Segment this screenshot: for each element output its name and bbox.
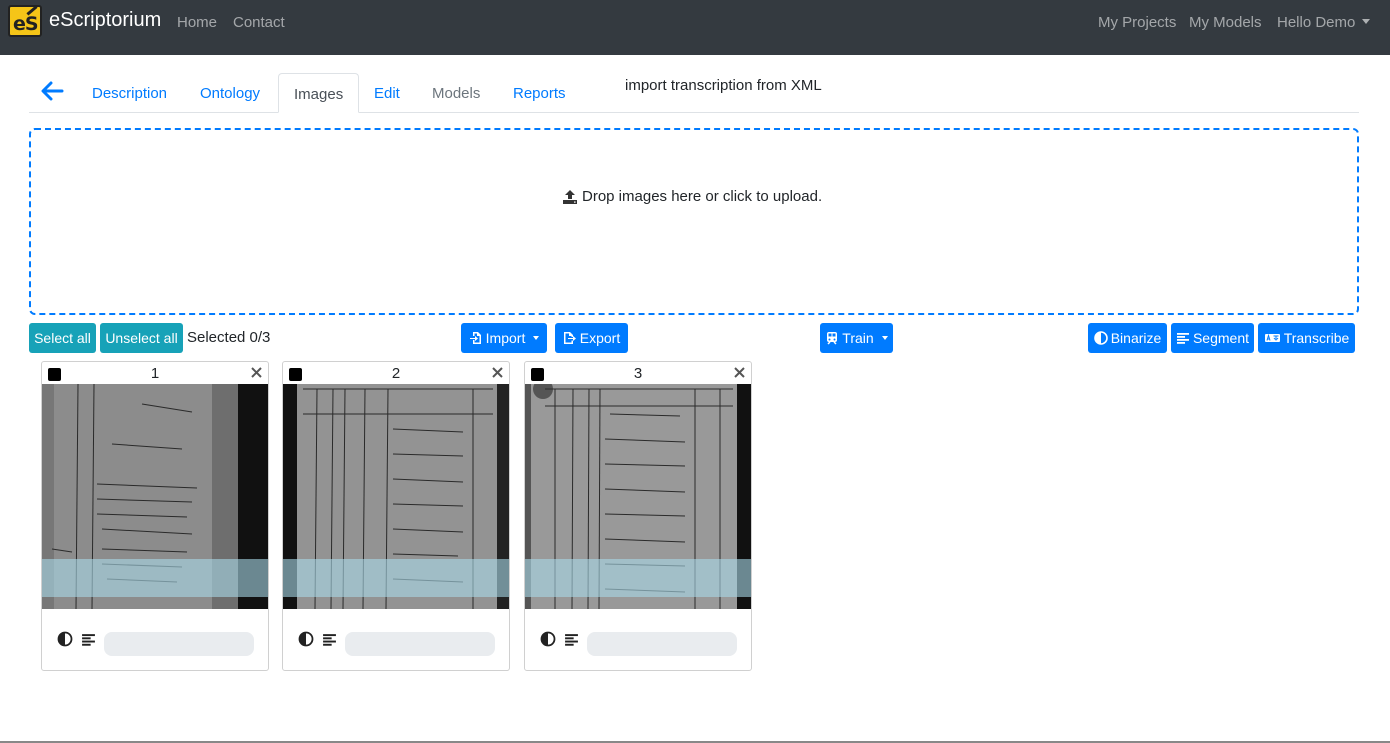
- tab-models: Models: [432, 85, 481, 102]
- upload-icon: [563, 189, 577, 204]
- transcribe-label: Transcribe: [1283, 330, 1350, 346]
- chevron-down-icon: [533, 336, 540, 340]
- image-card[interactable]: 3: [524, 361, 752, 671]
- export-label: Export: [579, 330, 621, 346]
- dropzone-text: Drop images here or click to upload.: [582, 188, 823, 205]
- binarize-label: Binarize: [1110, 330, 1162, 346]
- align-left-icon: [1176, 333, 1189, 344]
- selected-count: Selected 0/3: [187, 329, 271, 346]
- export-button[interactable]: Export: [555, 323, 628, 353]
- adjust-icon: [1093, 331, 1108, 345]
- image-card[interactable]: 2: [282, 361, 510, 671]
- card-number: 3: [633, 365, 643, 382]
- select-all-button[interactable]: Select all: [29, 323, 96, 353]
- card-number: 2: [391, 365, 401, 382]
- train-label: Train: [842, 330, 874, 346]
- navbar: eS eScriptorium Home Contact My Projects…: [0, 0, 1390, 55]
- train-dropdown-button[interactable]: Train: [820, 323, 893, 353]
- tab-ontology[interactable]: Ontology: [185, 74, 275, 113]
- align-left-icon[interactable]: [564, 632, 579, 647]
- brand-name: eScriptorium: [49, 8, 162, 31]
- nav-home-link[interactable]: Home: [177, 14, 217, 31]
- binarize-button[interactable]: Binarize: [1088, 323, 1167, 353]
- import-dropdown-button[interactable]: Import: [461, 323, 547, 353]
- nav-my-models-link[interactable]: My Models: [1189, 14, 1262, 31]
- progress-bar: [104, 632, 254, 656]
- nav-contact-link[interactable]: Contact: [233, 14, 285, 31]
- file-export-icon: [563, 332, 576, 344]
- chevron-down-icon: [881, 336, 888, 340]
- segment-label: Segment: [1192, 330, 1250, 346]
- page-thumbnail[interactable]: [283, 384, 509, 609]
- user-menu-dropdown[interactable]: Hello Demo: [1277, 14, 1371, 31]
- brand-link[interactable]: eS eScriptorium: [8, 5, 161, 37]
- card-tools: [57, 631, 104, 647]
- tab-images[interactable]: Images: [278, 73, 360, 113]
- tab-reports[interactable]: Reports: [498, 74, 581, 113]
- tab-edit[interactable]: Edit: [359, 74, 415, 113]
- user-menu-label: Hello Demo: [1277, 14, 1356, 31]
- card-number: 1: [150, 365, 160, 382]
- close-icon[interactable]: [733, 366, 746, 379]
- segment-button[interactable]: Segment: [1171, 323, 1254, 353]
- train-icon: [827, 332, 838, 345]
- file-import-icon: [469, 332, 481, 344]
- chevron-down-icon: [1362, 19, 1371, 24]
- logo-text: eS: [13, 13, 39, 35]
- card-tools: [540, 631, 587, 647]
- adjust-icon[interactable]: [298, 631, 314, 647]
- image-card[interactable]: 1: [41, 361, 269, 671]
- close-icon[interactable]: [250, 366, 263, 379]
- dropzone-message[interactable]: Drop images here or click to upload.: [562, 188, 822, 205]
- tab-description[interactable]: Description: [77, 74, 182, 113]
- escriptorium-logo: eS: [8, 5, 42, 37]
- unselect-all-button[interactable]: Unselect all: [100, 323, 183, 353]
- card-tools: [298, 631, 345, 647]
- page-thumbnail[interactable]: [42, 384, 268, 609]
- adjust-icon[interactable]: [540, 631, 556, 647]
- language-icon: [1264, 333, 1280, 342]
- align-left-icon[interactable]: [322, 632, 337, 647]
- import-transcription-xml-link[interactable]: import transcription from XML: [625, 77, 822, 94]
- transcribe-button[interactable]: Transcribe: [1258, 323, 1355, 353]
- image-dropzone[interactable]: [29, 128, 1359, 315]
- progress-bar: [345, 632, 495, 656]
- import-label: Import: [485, 330, 526, 346]
- close-icon[interactable]: [491, 366, 504, 379]
- adjust-icon[interactable]: [57, 631, 73, 647]
- nav-my-projects-link[interactable]: My Projects: [1098, 14, 1176, 31]
- arrow-left-icon[interactable]: [40, 81, 64, 101]
- align-left-icon[interactable]: [81, 632, 96, 647]
- page-thumbnail[interactable]: [525, 384, 751, 609]
- progress-bar: [587, 632, 737, 656]
